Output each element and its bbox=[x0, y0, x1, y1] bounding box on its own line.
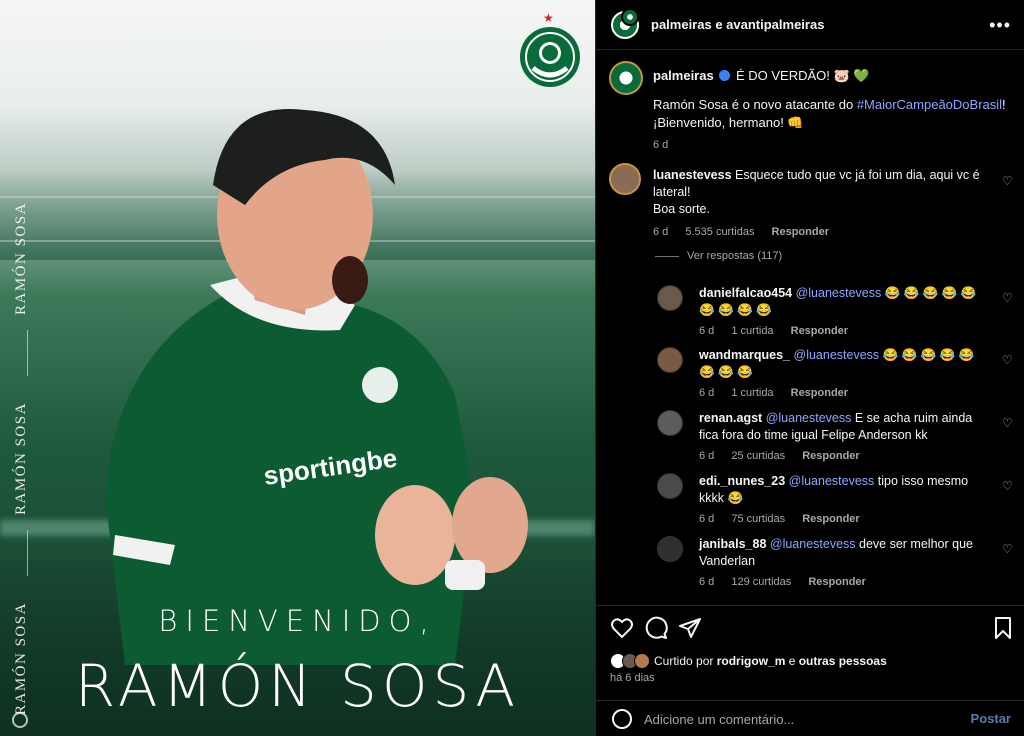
caption-punctuation: ! bbox=[1002, 97, 1006, 112]
reply-mention[interactable]: @luanestevess bbox=[770, 537, 856, 551]
reply-username[interactable]: wandmarques_ bbox=[699, 348, 790, 362]
side-label: RAMÓN SOSA bbox=[13, 402, 29, 515]
post-image[interactable]: RAMÓN SOSA RAMÓN SOSA RAMÓN SOSA ★ sport… bbox=[0, 0, 595, 736]
caption-age: 6 d bbox=[653, 139, 669, 151]
comment-avatar[interactable] bbox=[609, 163, 641, 195]
like-heart-icon[interactable]: ♡ bbox=[1002, 174, 1014, 188]
comment-bubble-icon[interactable] bbox=[644, 616, 668, 640]
caption-title: É DO VERDÃO! 🐷 💚 bbox=[735, 68, 870, 83]
comment-likes[interactable]: 5.535 curtidas bbox=[685, 226, 754, 238]
caption-author-avatar[interactable] bbox=[609, 61, 643, 95]
reply-age: 6 d bbox=[699, 576, 715, 588]
share-paper-plane-icon[interactable] bbox=[678, 616, 702, 640]
caption-line2: ¡Bienvenido, hermano! 👊 bbox=[653, 115, 804, 130]
reply: danielfalcao454 @luanestevess 😂 😂 😂 😂 😂 … bbox=[699, 285, 989, 340]
side-divider bbox=[27, 330, 28, 376]
reply-likes[interactable]: 129 curtidas bbox=[731, 576, 791, 588]
emoji-smiley-icon[interactable] bbox=[612, 709, 632, 729]
more-options-icon[interactable]: ••• bbox=[989, 15, 1011, 36]
reply-avatar[interactable] bbox=[657, 536, 683, 562]
reply: janibals_88 @luanestevess deve ser melho… bbox=[699, 536, 989, 591]
post-comment-button[interactable]: Postar bbox=[971, 711, 1011, 726]
comment-input[interactable] bbox=[644, 708, 944, 730]
reply-username[interactable]: danielfalcao454 bbox=[699, 286, 792, 300]
comment-age: 6 d bbox=[653, 226, 669, 238]
liked-by-user[interactable]: rodrigow_m bbox=[717, 654, 786, 668]
like-heart-icon[interactable] bbox=[610, 616, 634, 640]
reply: renan.agst @luanestevess E se acha ruim … bbox=[699, 410, 989, 465]
reply: edi._nunes_23 @luanestevess tipo isso me… bbox=[699, 473, 989, 528]
caption-username[interactable]: palmeiras bbox=[653, 68, 714, 83]
verified-badge-icon bbox=[719, 70, 731, 81]
reply-age: 6 d bbox=[699, 325, 715, 337]
comment: luanestevess Esquece tudo que vc já foi … bbox=[653, 167, 1013, 241]
reply-age: 6 d bbox=[699, 450, 715, 462]
palmeiras-crest-logo bbox=[520, 27, 580, 87]
comment-username[interactable]: luanestevess bbox=[653, 168, 732, 182]
reply-button[interactable]: Responder bbox=[791, 387, 848, 399]
liked-by-others[interactable]: outras pessoas bbox=[799, 654, 887, 668]
collab-avatar[interactable] bbox=[621, 8, 639, 26]
player-photo: sportingbe bbox=[105, 108, 528, 665]
reply-mention[interactable]: @luanestevess bbox=[796, 286, 882, 300]
reply-button[interactable]: Responder bbox=[772, 226, 829, 238]
reply-mention[interactable]: @luanestevess bbox=[789, 474, 875, 488]
comment-text-2: Boa sorte. bbox=[653, 202, 710, 216]
liked-by-prefix: Curtido por bbox=[654, 654, 717, 668]
headline-welcome: BIENVENIDO, bbox=[158, 604, 437, 638]
like-heart-icon[interactable]: ♡ bbox=[1002, 291, 1014, 305]
caption-body: Ramón Sosa é o novo atacante do #MaiorCa… bbox=[653, 96, 1008, 154]
reply-likes[interactable]: 75 curtidas bbox=[731, 513, 785, 525]
like-heart-icon[interactable]: ♡ bbox=[1002, 479, 1014, 493]
reply-likes[interactable]: 25 curtidas bbox=[731, 450, 785, 462]
reply-button[interactable]: Responder bbox=[802, 513, 859, 525]
reply-button[interactable]: Responder bbox=[791, 325, 848, 337]
liked-by-text: Curtido por rodrigow_m e outras pessoas bbox=[654, 654, 887, 668]
reply-mention[interactable]: @luanestevess bbox=[794, 348, 880, 362]
star-icon: ★ bbox=[543, 11, 554, 25]
reply-age: 6 d bbox=[699, 387, 715, 399]
comments-panel: palmeiras e avantipalmeiras ••• palmeira… bbox=[595, 0, 1024, 736]
reply-avatar[interactable] bbox=[657, 473, 683, 499]
reply-avatar[interactable] bbox=[657, 410, 683, 436]
post-time: há 6 dias bbox=[610, 672, 655, 684]
caption-hashtag[interactable]: #MaiorCampeãoDoBrasil bbox=[857, 97, 1002, 112]
headline-player-name: RAMÓN SOSA bbox=[74, 652, 521, 720]
reply-avatar[interactable] bbox=[657, 285, 683, 311]
tag-icon[interactable] bbox=[12, 712, 28, 728]
like-heart-icon[interactable]: ♡ bbox=[1002, 353, 1014, 367]
replies-divider bbox=[655, 255, 679, 257]
reply-age: 6 d bbox=[699, 513, 715, 525]
reply: wandmarques_ @luanestevess 😂 😂 😂 😂 😂 😂 😂… bbox=[699, 347, 989, 402]
reply-username[interactable]: edi._nunes_23 bbox=[699, 474, 785, 488]
add-comment-bar: Postar bbox=[596, 700, 1024, 736]
reply-avatar[interactable] bbox=[657, 347, 683, 373]
caption-line1: Ramón Sosa é o novo atacante do bbox=[653, 97, 857, 112]
reply-likes[interactable]: 1 curtida bbox=[731, 325, 773, 337]
view-replies-link[interactable]: Ver respostas (117) bbox=[655, 250, 782, 262]
reply-likes[interactable]: 1 curtida bbox=[731, 387, 773, 399]
post-authors[interactable]: palmeiras e avantipalmeiras bbox=[651, 17, 824, 32]
reply-button[interactable]: Responder bbox=[808, 576, 865, 588]
reply-username[interactable]: janibals_88 bbox=[699, 537, 766, 551]
side-label: RAMÓN SOSA bbox=[13, 202, 29, 315]
caption-heading: palmeiras É DO VERDÃO! 🐷 💚 bbox=[653, 67, 1003, 85]
reply-mention[interactable]: @luanestevess bbox=[766, 411, 852, 425]
bookmark-icon[interactable] bbox=[991, 616, 1015, 640]
view-replies-label[interactable]: Ver respostas (117) bbox=[687, 250, 782, 262]
like-heart-icon[interactable]: ♡ bbox=[1002, 416, 1014, 430]
side-divider bbox=[27, 530, 28, 576]
reply-username[interactable]: renan.agst bbox=[699, 411, 762, 425]
like-heart-icon[interactable]: ♡ bbox=[1002, 542, 1014, 556]
reply-button[interactable]: Responder bbox=[802, 450, 859, 462]
liked-by-join: e bbox=[785, 654, 799, 668]
post-actions: Curtido por rodrigow_m e outras pessoas … bbox=[596, 605, 1024, 705]
post-header: palmeiras e avantipalmeiras ••• bbox=[596, 0, 1024, 50]
liker-avatar[interactable] bbox=[634, 653, 650, 669]
